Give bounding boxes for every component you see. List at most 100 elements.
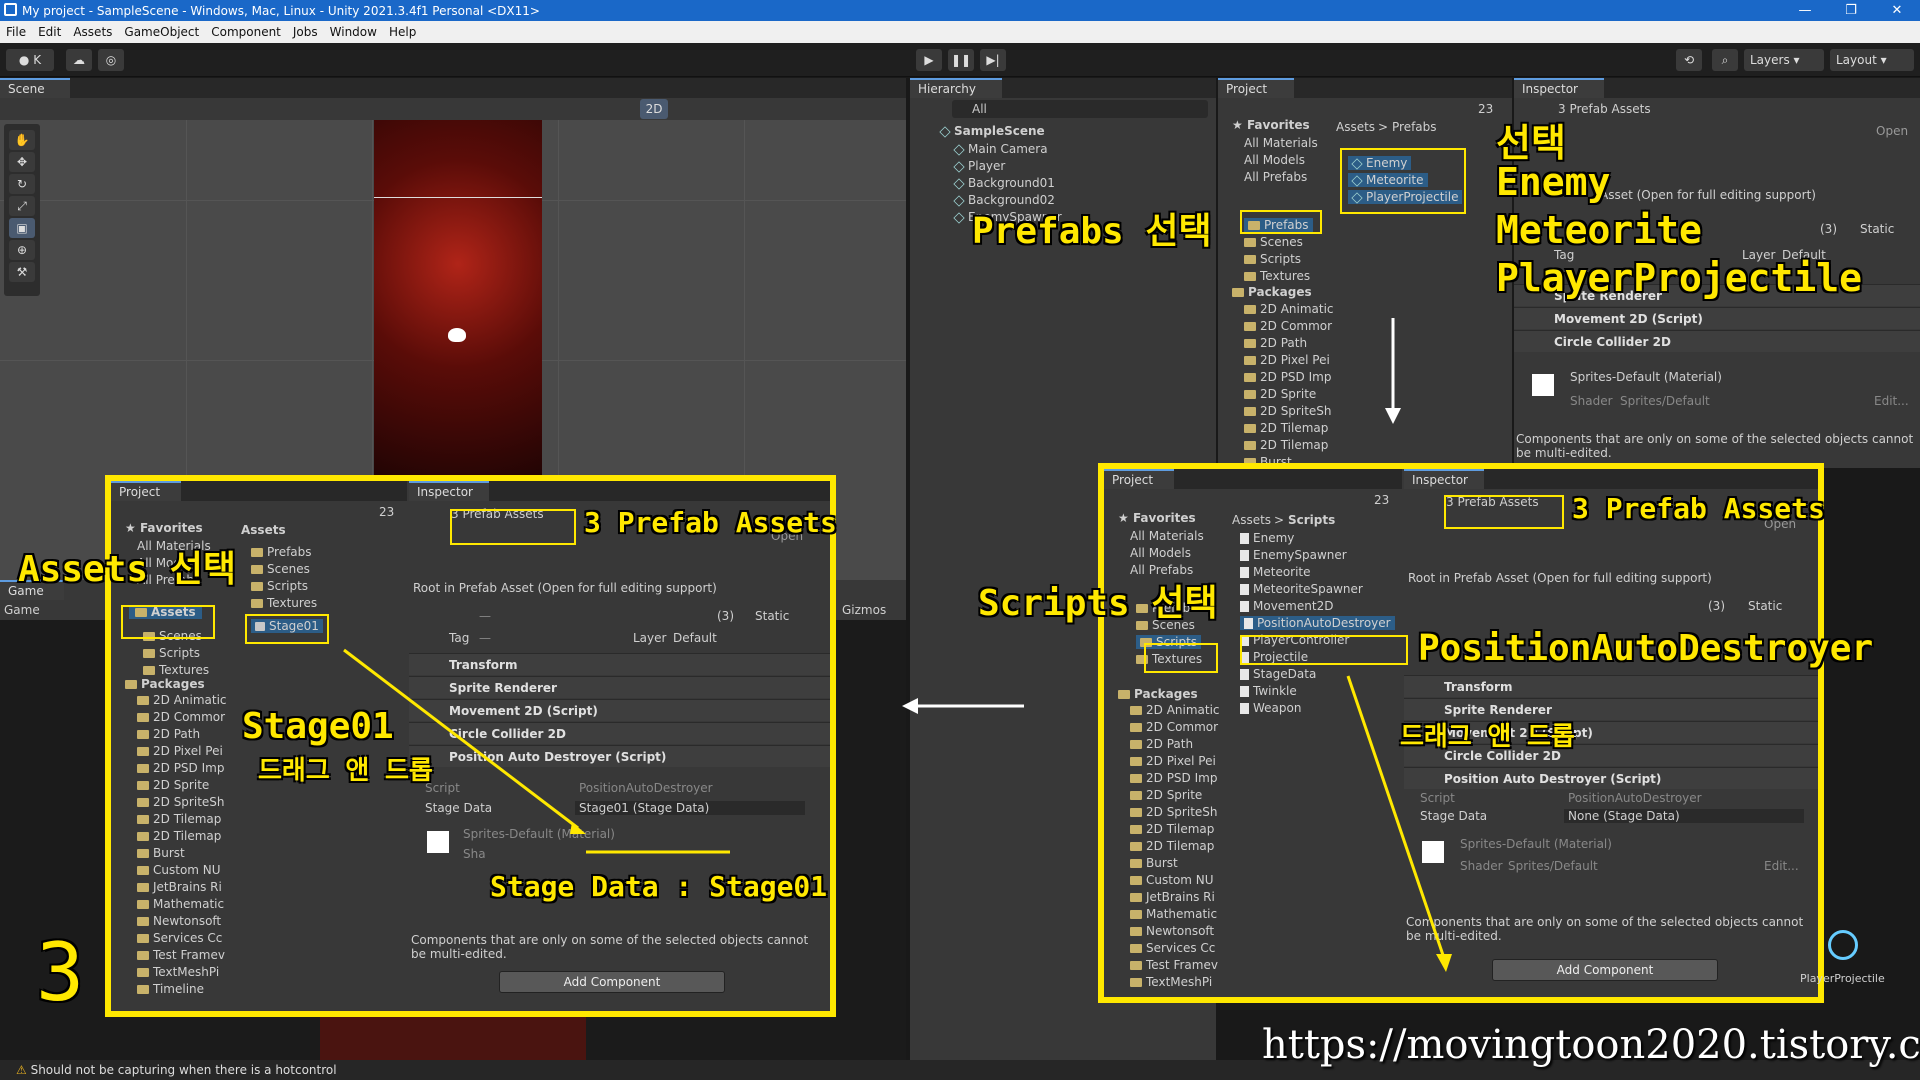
tab-project[interactable]: Project bbox=[1218, 78, 1294, 98]
package-item[interactable]: 2D Path bbox=[1244, 336, 1307, 350]
hierarchy-item[interactable]: Player bbox=[953, 159, 1005, 173]
hierarchy-item[interactable]: Main Camera bbox=[953, 142, 1048, 156]
rect-tool-icon[interactable]: ▣ bbox=[9, 218, 35, 238]
step-button[interactable]: ▶| bbox=[980, 49, 1006, 71]
cloud-icon[interactable]: ☁ bbox=[66, 49, 92, 71]
breadcrumb-scripts-right[interactable]: Scripts bbox=[1288, 513, 1335, 527]
menu-help[interactable]: Help bbox=[383, 25, 422, 39]
package-item[interactable]: Custom NU bbox=[137, 863, 221, 877]
package-item[interactable]: 2D PSD Imp bbox=[1130, 771, 1217, 785]
component-header[interactable]: Transform bbox=[1404, 675, 1818, 697]
layers-dropdown[interactable]: Layers ▾ bbox=[1744, 49, 1824, 71]
stage-data-field-right[interactable]: None (Stage Data) bbox=[1564, 809, 1804, 823]
package-item[interactable]: Burst bbox=[1130, 856, 1178, 870]
package-item[interactable]: Test Framev bbox=[1130, 958, 1218, 972]
package-item[interactable]: 2D SpriteSh bbox=[137, 795, 225, 809]
hierarchy-item[interactable]: Background01 bbox=[953, 176, 1055, 190]
menu-assets[interactable]: Assets bbox=[67, 25, 118, 39]
project-file[interactable]: Textures bbox=[251, 596, 317, 610]
package-item[interactable]: 2D Animatic bbox=[1244, 302, 1334, 316]
package-item[interactable]: 2D SpriteSh bbox=[1244, 404, 1332, 418]
package-item[interactable]: Mathematic bbox=[1130, 907, 1217, 921]
play-button[interactable]: ▶ bbox=[916, 49, 942, 71]
gizmos-button[interactable]: Gizmos bbox=[842, 603, 886, 617]
pause-button[interactable]: ❚❚ bbox=[948, 49, 974, 71]
component-header[interactable]: Movement 2D (Script) bbox=[409, 699, 830, 721]
package-item[interactable]: 2D Sprite bbox=[1244, 387, 1316, 401]
package-item[interactable]: Mathematic bbox=[137, 897, 224, 911]
history-icon[interactable]: ⟲ bbox=[1676, 49, 1702, 71]
package-item[interactable]: 2D Commor bbox=[1130, 720, 1218, 734]
package-item[interactable]: 2D Sprite bbox=[1130, 788, 1202, 802]
packages-header-left[interactable]: Packages bbox=[125, 677, 205, 691]
package-item[interactable]: 2D Commor bbox=[137, 710, 225, 724]
breadcrumb-left[interactable]: Assets bbox=[241, 523, 286, 537]
asset-folder[interactable]: Textures bbox=[1244, 269, 1310, 283]
script-item[interactable]: StageData bbox=[1240, 667, 1316, 681]
package-item[interactable]: Custom NU bbox=[1130, 873, 1214, 887]
maximize-button[interactable]: ❐ bbox=[1828, 0, 1874, 21]
breadcrumb-assets[interactable]: Assets bbox=[1336, 120, 1375, 134]
package-item[interactable]: 2D PSD Imp bbox=[1244, 370, 1331, 384]
menu-window[interactable]: Window bbox=[324, 25, 383, 39]
stage-data-field-left[interactable]: Stage01 (Stage Data) bbox=[575, 801, 805, 815]
background-sprite[interactable] bbox=[374, 120, 542, 480]
open-button[interactable]: Open bbox=[1876, 124, 1908, 138]
component-header[interactable]: Sprite Renderer bbox=[409, 676, 830, 698]
account-button[interactable]: ● K bbox=[6, 49, 54, 71]
tab-inspector-left[interactable]: Inspector bbox=[409, 481, 489, 501]
package-item[interactable]: 2D Tilemap bbox=[1130, 839, 1214, 853]
package-item[interactable]: JetBrains Ri bbox=[1130, 890, 1215, 904]
shader-dropdown[interactable]: Sprites/Default bbox=[1620, 394, 1710, 408]
package-item[interactable]: TextMeshPi bbox=[1130, 975, 1212, 989]
material-label-right[interactable]: Sprites-Default (Material) bbox=[1460, 837, 1612, 851]
hand-tool-icon[interactable]: ✋ bbox=[9, 130, 35, 150]
tab-project-left[interactable]: Project bbox=[111, 481, 181, 501]
edit-shader-button-right[interactable]: Edit... bbox=[1764, 859, 1799, 873]
package-item[interactable]: Test Framev bbox=[137, 948, 225, 962]
2d-toggle[interactable]: 2D bbox=[640, 99, 668, 119]
script-item[interactable]: Meteorite bbox=[1240, 565, 1311, 579]
static-toggle-right[interactable]: Static bbox=[1748, 599, 1782, 613]
project-file[interactable]: Scenes bbox=[251, 562, 310, 576]
static-toggle-left[interactable]: Static bbox=[755, 609, 789, 623]
asset-folder[interactable]: Scenes bbox=[1244, 235, 1303, 249]
menu-jobs[interactable]: Jobs bbox=[287, 25, 324, 39]
layer-dropdown-left[interactable]: Default bbox=[673, 631, 717, 645]
tab-scene[interactable]: Scene bbox=[0, 78, 70, 98]
collab-icon[interactable]: ◎ bbox=[98, 49, 124, 71]
asset-folder[interactable]: Scripts bbox=[143, 646, 200, 660]
scale-tool-icon[interactable]: ⤢ bbox=[9, 196, 35, 216]
favorite-item[interactable]: All Materials bbox=[1130, 529, 1204, 543]
package-item[interactable]: 2D Pixel Pei bbox=[1244, 353, 1330, 367]
shader-dropdown-right[interactable]: Sprites/Default bbox=[1508, 859, 1598, 873]
game-display-dropdown[interactable]: Game bbox=[4, 603, 40, 617]
project-file[interactable]: Scripts bbox=[251, 579, 308, 593]
package-item[interactable]: Newtonsoft bbox=[137, 914, 221, 928]
script-item[interactable]: Weapon bbox=[1240, 701, 1301, 715]
favorite-item[interactable]: All Models bbox=[1130, 546, 1191, 560]
package-item[interactable]: JetBrains Ri bbox=[137, 880, 222, 894]
favorite-item[interactable]: All Prefabs bbox=[1244, 170, 1307, 184]
static-toggle[interactable]: Static bbox=[1860, 222, 1894, 236]
transform-tool-icon[interactable]: ⊕ bbox=[9, 240, 35, 260]
package-item[interactable]: Burst bbox=[137, 846, 185, 860]
search-icon[interactable]: ⌕ bbox=[1712, 49, 1738, 71]
menu-edit[interactable]: Edit bbox=[32, 25, 67, 39]
favorites-header[interactable]: ★ Favorites bbox=[1232, 118, 1310, 132]
menu-component[interactable]: Component bbox=[205, 25, 287, 39]
component-header[interactable]: Movement 2D (Script) bbox=[1514, 307, 1920, 329]
scene-root[interactable]: SampleScene bbox=[939, 124, 1045, 138]
component-header[interactable]: Circle Collider 2D bbox=[1514, 330, 1920, 352]
player-sprite[interactable] bbox=[448, 328, 466, 342]
menu-gameobject[interactable]: GameObject bbox=[118, 25, 205, 39]
hierarchy-search-input[interactable]: All bbox=[952, 100, 1208, 118]
layout-dropdown[interactable]: Layout ▾ bbox=[1830, 49, 1914, 71]
packages-header-right[interactable]: Packages bbox=[1118, 687, 1198, 701]
package-item[interactable]: 2D Sprite bbox=[137, 778, 209, 792]
project-file[interactable]: Prefabs bbox=[251, 545, 312, 559]
script-item[interactable]: Movement2D bbox=[1240, 599, 1333, 613]
edit-shader-button[interactable]: Edit... bbox=[1874, 394, 1909, 408]
asset-folder[interactable]: Scripts bbox=[1244, 252, 1301, 266]
name-field-left[interactable]: — bbox=[479, 609, 491, 623]
